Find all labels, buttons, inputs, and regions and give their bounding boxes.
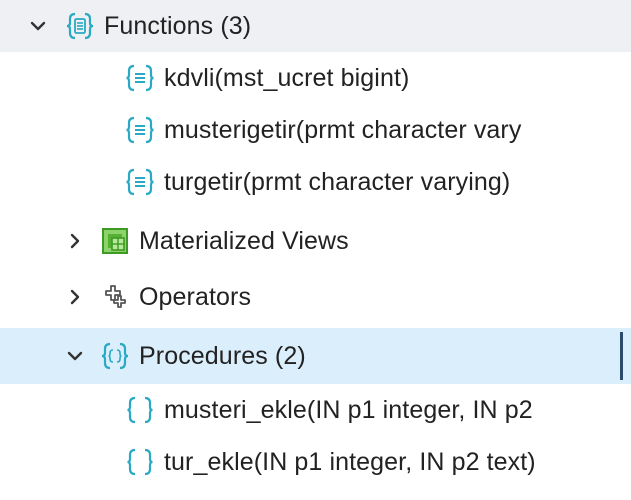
tree-node-materialized-views[interactable]: Materialized Views — [0, 215, 631, 267]
functions-icon — [64, 10, 96, 42]
function-icon — [124, 166, 156, 198]
materialized-view-icon — [99, 225, 131, 257]
tree-node-operators[interactable]: Operators — [0, 271, 631, 323]
object-browser-tree: Functions (3) kdvli(mst_ucret bigint) mu… — [0, 0, 631, 500]
tree-node-functions[interactable]: Functions (3) — [0, 0, 631, 52]
chevron-right-icon[interactable] — [61, 288, 89, 306]
tree-node-label: Materialized Views — [139, 227, 349, 255]
tree-node-procedures[interactable]: Procedures (2) — [0, 328, 631, 384]
tree-node-label: kdvli(mst_ucret bigint) — [164, 64, 410, 92]
tree-node-function-item[interactable]: musterigetir(prmt character vary — [0, 104, 631, 156]
chevron-down-icon[interactable] — [61, 347, 89, 365]
tree-node-label: Procedures (2) — [139, 342, 306, 370]
chevron-down-icon[interactable] — [24, 17, 52, 35]
tree-node-label: Operators — [139, 283, 252, 311]
operators-icon — [99, 281, 131, 313]
function-icon — [124, 62, 156, 94]
procedure-icon — [124, 446, 156, 478]
tree-node-label: turgetir(prmt character varying) — [164, 168, 511, 196]
function-icon — [124, 114, 156, 146]
tree-node-function-item[interactable]: turgetir(prmt character varying) — [0, 156, 631, 208]
tree-node-label: musteri_ekle(IN p1 integer, IN p2 — [164, 396, 533, 424]
tree-node-procedure-item[interactable]: musteri_ekle(IN p1 integer, IN p2 — [0, 384, 631, 436]
procedure-icon — [124, 394, 156, 426]
tree-node-procedure-item[interactable]: tur_ekle(IN p1 integer, IN p2 text) — [0, 436, 631, 488]
tree-node-label: musterigetir(prmt character vary — [164, 116, 522, 144]
tree-node-label: Functions (3) — [104, 12, 252, 40]
tree-node-function-item[interactable]: kdvli(mst_ucret bigint) — [0, 52, 631, 104]
tree-node-label: tur_ekle(IN p1 integer, IN p2 text) — [164, 448, 536, 476]
chevron-right-icon[interactable] — [61, 232, 89, 250]
procedures-icon — [99, 340, 131, 372]
